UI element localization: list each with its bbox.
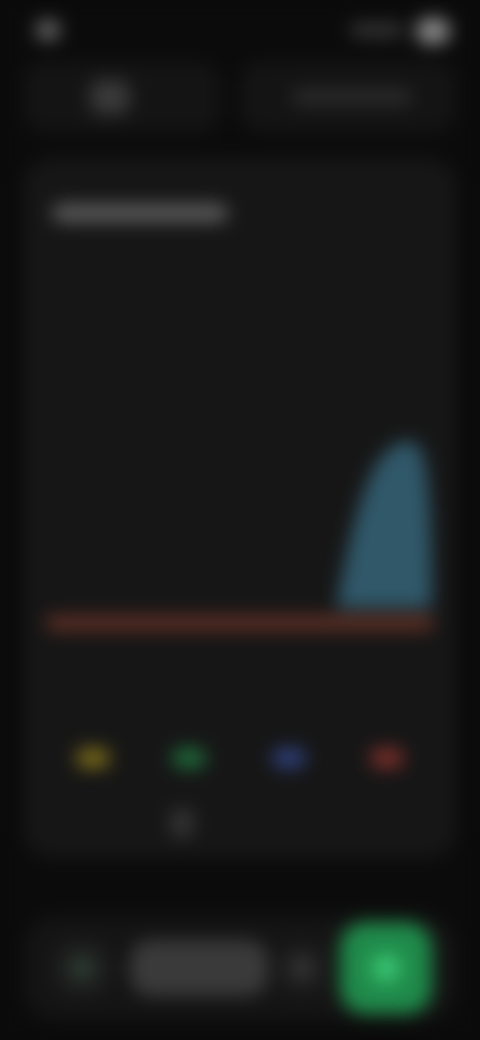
list-icon	[290, 956, 314, 980]
day-label	[364, 666, 404, 690]
chart-svg	[46, 441, 434, 630]
tab-overview-label	[136, 86, 196, 108]
day-label	[150, 666, 190, 690]
day-label	[218, 666, 258, 690]
primary-action-button[interactable]	[340, 922, 432, 1014]
tab-overview[interactable]	[24, 62, 220, 132]
day-label	[76, 666, 116, 690]
day-label	[290, 666, 330, 690]
legend-row	[24, 738, 456, 778]
chart-icon	[90, 80, 130, 114]
more-indicator[interactable]	[170, 808, 194, 838]
nav-list-button[interactable]	[274, 940, 330, 996]
home-icon	[70, 956, 94, 980]
chart-area	[44, 268, 436, 648]
tab-calendar-label	[296, 86, 406, 108]
nav-middle-button[interactable]	[130, 940, 268, 996]
wifi-icon	[350, 24, 404, 36]
chart-baseline	[46, 616, 434, 630]
status-bar	[0, 0, 480, 60]
legend-green-dot[interactable]	[172, 748, 206, 768]
day-labels	[24, 658, 456, 698]
status-icons	[350, 16, 450, 44]
tab-calendar[interactable]	[240, 62, 456, 132]
legend-blue-dot[interactable]	[272, 748, 306, 768]
nav-middle-label	[154, 956, 244, 980]
battery-icon	[416, 18, 450, 44]
legend-yellow-dot[interactable]	[76, 748, 110, 768]
card-title	[52, 198, 252, 226]
legend-red-dot[interactable]	[370, 748, 404, 768]
add-icon	[372, 954, 400, 982]
app-screen	[0, 0, 480, 1040]
chart-area-fill	[336, 441, 432, 608]
summary-card	[24, 158, 456, 858]
top-tabs	[24, 62, 456, 132]
status-time	[36, 18, 116, 42]
nav-home-button[interactable]	[52, 940, 112, 996]
bottom-nav	[24, 916, 456, 1020]
